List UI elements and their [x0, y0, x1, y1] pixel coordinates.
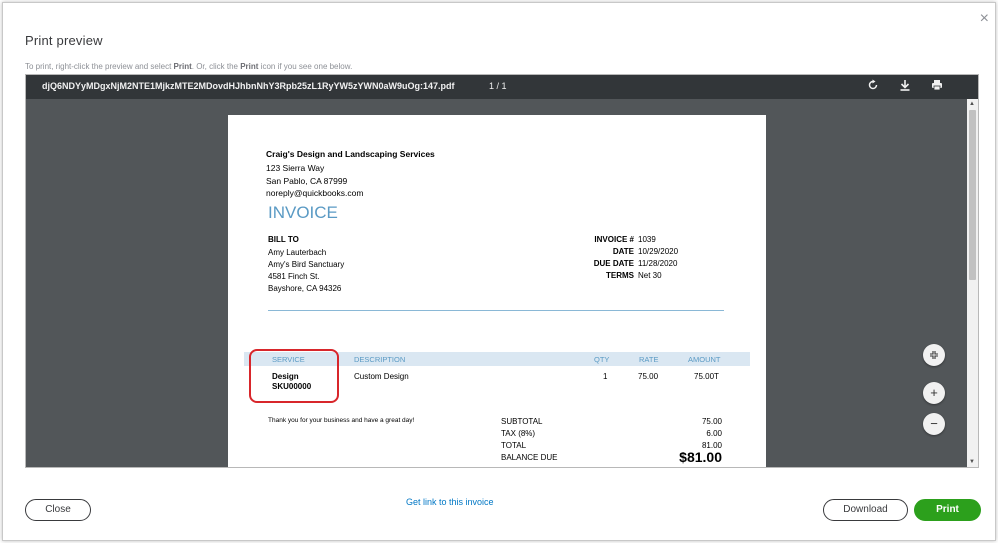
zoom-in-icon[interactable]: + [923, 382, 945, 404]
invoice-number-value: 1039 [638, 235, 656, 244]
scroll-up-arrow-icon[interactable]: ▲ [969, 101, 975, 107]
invoice-title: INVOICE [268, 203, 338, 222]
pdf-viewer[interactable]: djQ6NDYyMDgxNjM2NTE1MjkzMTE2MDovdHJhbnNh… [25, 74, 979, 468]
download-icon[interactable] [898, 79, 912, 93]
tax-value: 6.00 [706, 429, 722, 438]
print-instructions: To print, right-click the preview and se… [25, 62, 353, 71]
balance-due-value: $81.00 [679, 449, 722, 465]
column-header-qty: QTY [594, 355, 610, 364]
subtotal-value: 75.00 [701, 417, 722, 426]
pdf-scrollbar[interactable]: ▲ ▼ [967, 99, 978, 467]
subtotal-label: SUBTOTAL [501, 417, 543, 426]
company-address-line: 123 Sierra Way [266, 163, 325, 173]
invoice-number-label: INVOICE # [594, 235, 634, 244]
tax-label: TAX (8%) [501, 429, 536, 438]
due-date-value: 11/28/2020 [638, 259, 678, 268]
date-label: DATE [612, 247, 634, 256]
pdf-filename: djQ6NDYyMDgxNjM2NTE1MjkzMTE2MDovdHJhbnNh… [42, 81, 455, 91]
balance-due-label: BALANCE DUE [501, 453, 558, 462]
due-date-label: DUE DATE [593, 259, 634, 268]
line-rate: 75.00 [638, 372, 659, 381]
download-button[interactable]: Download [823, 499, 908, 521]
bill-to-line: Amy's Bird Sanctuary [268, 260, 345, 269]
bill-to-line: Amy Lauterbach [268, 248, 327, 257]
zoom-out-icon[interactable]: − [923, 413, 945, 435]
page-count: 1 / 1 [489, 81, 507, 91]
pdf-toolbar: djQ6NDYyMDgxNjM2NTE1MjkzMTE2MDovdHJhbnNh… [26, 75, 978, 99]
thank-you-note: Thank you for your business and have a g… [268, 417, 415, 424]
rotate-icon[interactable] [866, 79, 880, 93]
print-preview-dialog: Print preview × To print, right-click th… [2, 2, 996, 541]
line-amount: 75.00T [694, 372, 719, 381]
invoice-page: Craig's Design and Landscaping Services … [228, 115, 766, 467]
date-value: 10/29/2020 [638, 247, 679, 256]
terms-value: Net 30 [638, 271, 662, 280]
company-email: noreply@quickbooks.com [266, 188, 364, 198]
get-link-button[interactable]: Get link to this invoice [406, 497, 494, 507]
line-qty: 1 [603, 372, 608, 381]
divider-line [268, 310, 724, 311]
close-icon[interactable]: × [980, 11, 989, 27]
bill-to-heading: BILL TO [268, 235, 299, 244]
column-header-rate: RATE [639, 355, 659, 364]
company-name: Craig's Design and Landscaping Services [266, 149, 435, 159]
dialog-title: Print preview [25, 33, 103, 48]
bill-to-line: Bayshore, CA 94326 [268, 284, 342, 293]
print-button[interactable]: Print [914, 499, 981, 521]
line-description: Custom Design [354, 372, 409, 381]
column-header-amount: AMOUNT [688, 355, 721, 364]
bill-to-line: 4581 Finch St. [268, 272, 320, 281]
column-header-description: DESCRIPTION [354, 355, 406, 364]
scroll-down-arrow-icon[interactable]: ▼ [969, 459, 975, 465]
terms-label: TERMS [606, 271, 634, 280]
service-highlight-box [249, 349, 339, 403]
scroll-thumb[interactable] [969, 110, 976, 280]
company-address-line: San Pablo, CA 87999 [266, 176, 348, 186]
fit-to-page-icon[interactable] [923, 344, 945, 366]
total-label: TOTAL [501, 441, 527, 450]
print-icon[interactable] [930, 79, 944, 93]
close-button[interactable]: Close [25, 499, 91, 521]
